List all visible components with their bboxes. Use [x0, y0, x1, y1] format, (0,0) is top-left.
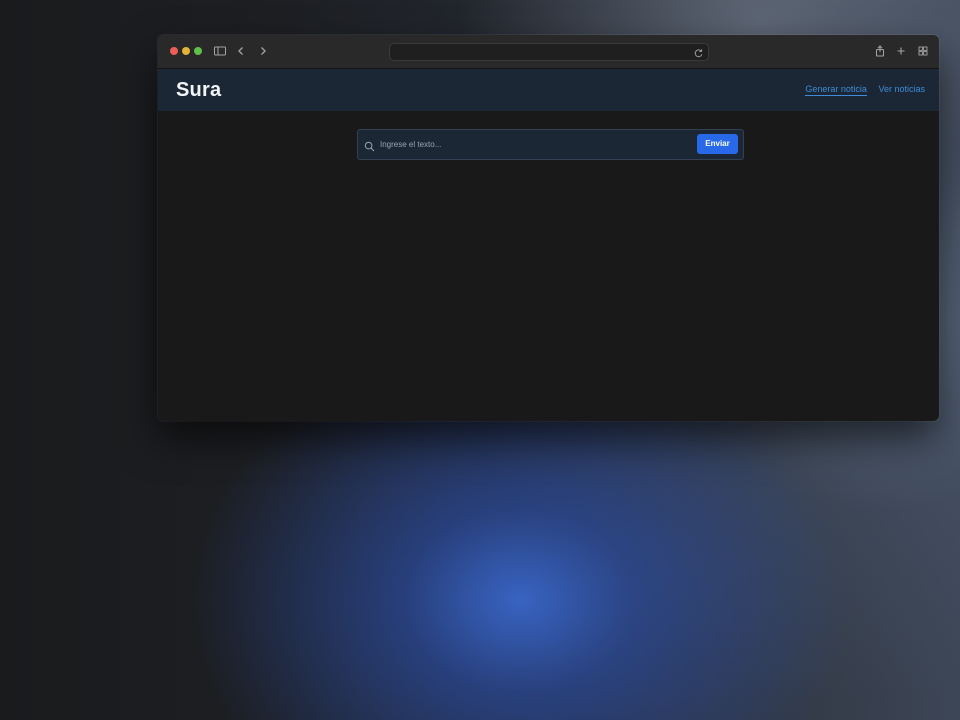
search-bar: Enviar [357, 129, 744, 160]
reload-icon[interactable] [693, 46, 704, 58]
browser-window: Sura Generar noticia Ver noticias Enviar [158, 35, 939, 421]
close-window-button[interactable] [170, 47, 178, 55]
brand-title: Sura [176, 79, 222, 101]
sidebar-toggle-icon[interactable] [213, 44, 227, 58]
submit-button[interactable]: Enviar [697, 134, 738, 154]
text-input[interactable] [380, 136, 680, 152]
tab-overview-icon[interactable] [916, 44, 930, 58]
back-arrow-icon[interactable] [234, 44, 248, 58]
address-bar[interactable] [389, 43, 709, 61]
nav-link-ver-noticias[interactable]: Ver noticias [878, 84, 925, 94]
app-header: Sura Generar noticia Ver noticias [158, 69, 939, 111]
nav-link-generar-noticia[interactable]: Generar noticia [805, 84, 867, 96]
forward-arrow-icon[interactable] [256, 44, 270, 58]
top-nav: Generar noticia Ver noticias [796, 84, 925, 96]
search-icon [364, 139, 375, 152]
browser-titlebar [158, 35, 939, 69]
minimize-window-button[interactable] [182, 47, 190, 55]
new-tab-icon[interactable] [894, 44, 908, 58]
share-icon[interactable] [873, 44, 887, 58]
maximize-window-button[interactable] [194, 47, 202, 55]
